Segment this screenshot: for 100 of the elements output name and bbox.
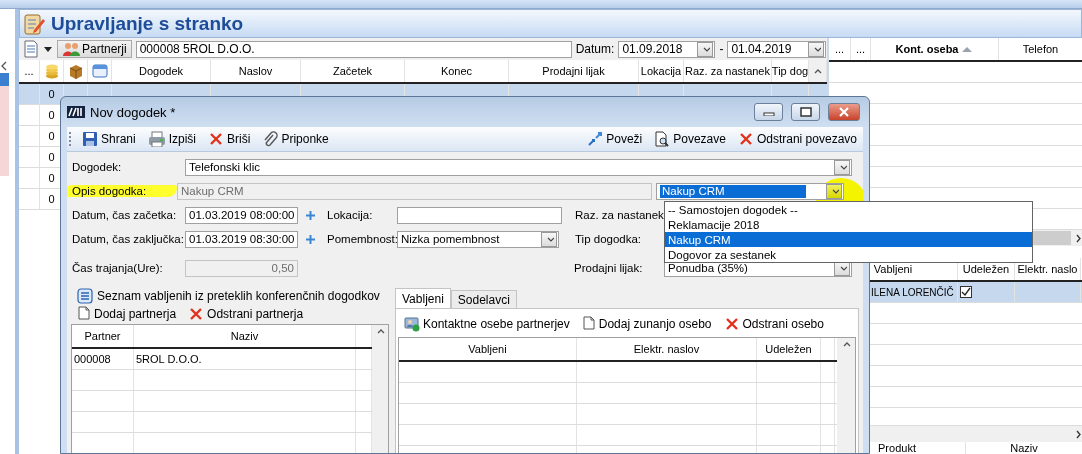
- close-icon: [838, 107, 850, 117]
- date-field[interactable]: 01.09.2018: [618, 40, 716, 58]
- delete-icon: [723, 316, 740, 332]
- partners-button[interactable]: Partnerji: [57, 40, 132, 58]
- column-header[interactable]: Vabljeni: [873, 263, 913, 275]
- dropdown-button[interactable]: [826, 183, 842, 199]
- save-icon: [82, 131, 98, 147]
- list-option[interactable]: Reklamacije 2018: [665, 217, 1032, 232]
- toolbar-button[interactable]: Dodaj partnerja: [71, 304, 183, 324]
- document-search-icon: [654, 131, 671, 147]
- list-option[interactable]: -- Samostojen dogodek --: [665, 202, 1032, 217]
- toolbar-button[interactable]: Dodaj zunanjo osebo: [575, 314, 718, 334]
- column-header[interactable]: Naslov: [211, 60, 301, 82]
- toolbar-button[interactable]: Kontaktne osebe partnerjev: [398, 314, 576, 334]
- chevron-left-icon[interactable]: [1, 61, 7, 71]
- scrollbar[interactable]: [372, 325, 388, 453]
- date-separator: -: [719, 42, 724, 56]
- column-header[interactable]: Dogodek: [112, 60, 211, 82]
- delete-icon: [208, 131, 225, 147]
- selected-value: Nakup CRM: [660, 184, 806, 198]
- toolbar-button[interactable]: Odstrani partnerja: [182, 304, 310, 324]
- dropdown-field[interactable]: Nakup CRM: [656, 182, 844, 200]
- column-header[interactable]: Elektr. naslov: [577, 338, 757, 360]
- maximize-icon: [799, 107, 812, 117]
- column-header[interactable]: Produkt: [878, 442, 916, 454]
- chevron-right-icon: [1075, 233, 1082, 243]
- page-title: Upravljanje s stranko: [51, 12, 244, 35]
- printer-icon: [147, 131, 166, 147]
- column-header[interactable]: Udeležen: [757, 338, 821, 360]
- delete-icon: [188, 306, 205, 322]
- plus-icon[interactable]: [306, 210, 315, 220]
- plus-icon[interactable]: [306, 234, 315, 244]
- list-option[interactable]: Nakup CRM: [665, 232, 1032, 247]
- page-icon: [581, 316, 596, 332]
- dropdown-button[interactable]: [808, 41, 825, 57]
- minimize-button[interactable]: [754, 103, 783, 121]
- field-label: Opis dogodka:: [67, 185, 177, 197]
- page-icon: [77, 306, 91, 322]
- toolbar-button[interactable]: Povezave: [648, 129, 732, 149]
- paperclip-icon: [262, 131, 279, 147]
- dropdown-button[interactable]: [834, 159, 850, 175]
- chevron-up-icon: [375, 328, 385, 335]
- scrollbar[interactable]: [837, 338, 855, 453]
- column-header[interactable]: Kont. oseba: [895, 43, 959, 55]
- field-label: Dogodek:: [72, 161, 123, 173]
- toolbar-button[interactable]: Izpiši: [141, 129, 203, 149]
- field-label: Prodajni lijak:: [574, 262, 644, 274]
- toolbar-button[interactable]: Shrani: [76, 129, 142, 149]
- field-label: Lokacija:: [327, 209, 374, 221]
- chevron-up-icon: [841, 341, 851, 348]
- table-cell: ILENA LORENČIČ: [871, 286, 954, 298]
- dropdown-button[interactable]: [541, 231, 557, 247]
- column-header[interactable]: ...: [855, 43, 866, 55]
- contacts-icon: [404, 316, 420, 332]
- tab[interactable]: Vabljeni: [395, 288, 451, 308]
- column-header[interactable]: Elektr. naslo: [1017, 263, 1078, 275]
- tab[interactable]: Sodelavci: [450, 290, 517, 308]
- caret-icon[interactable]: [43, 45, 53, 53]
- column-header[interactable]: Začetek: [301, 60, 405, 82]
- text-field[interactable]: [397, 206, 562, 224]
- column-header[interactable]: Partner: [72, 325, 134, 347]
- toolbar-button[interactable]: Odstrani povezavo: [731, 129, 863, 149]
- field-label: Čas trajanja(Ure):: [72, 262, 164, 274]
- chevron-right-icon: [1075, 429, 1082, 439]
- column-header[interactable]: Telefon: [1022, 43, 1059, 55]
- maximize-button[interactable]: [791, 103, 820, 121]
- toolbar-button[interactable]: Briši: [202, 129, 257, 149]
- toolbar-button[interactable]: Priponke: [256, 129, 335, 149]
- link[interactable]: Seznam vabljenih iz preteklih konferenčnih dogodkov: [97, 289, 380, 303]
- column-header[interactable]: ...: [19, 60, 40, 82]
- column-header[interactable]: Udeležen: [962, 263, 1010, 275]
- checkbox[interactable]: [960, 286, 972, 298]
- dropdown-field[interactable]: Nizka pomembnost: [397, 230, 559, 248]
- field-label: Raz. za nastanek:: [575, 209, 665, 221]
- box-icon[interactable]: [67, 63, 84, 79]
- check-icon: [961, 287, 971, 297]
- field-label: Datum, čas začetka:: [72, 209, 178, 221]
- list-option[interactable]: Dogovor za sestanek: [665, 247, 1032, 262]
- chevron-up-icon[interactable]: [813, 67, 822, 75]
- text-field[interactable]: 01.03.2019 08:00:00: [185, 206, 298, 224]
- text-field[interactable]: 01.03.2019 08:30:00: [185, 230, 298, 248]
- column-header[interactable]: Lokacija: [639, 60, 684, 82]
- window-title: Nov dogodek *: [90, 104, 177, 120]
- column-header[interactable]: ...: [834, 43, 845, 55]
- dropdown-field[interactable]: Telefonski klic: [185, 158, 852, 176]
- date-label: Datum:: [575, 42, 615, 56]
- close-button[interactable]: [828, 103, 860, 121]
- window-icon[interactable]: [91, 63, 108, 79]
- column-header[interactable]: Naziv: [1010, 442, 1038, 454]
- text-field[interactable]: 000008 5ROL D.O.O.: [135, 40, 572, 58]
- column-header[interactable]: Raz. za nastanek: [684, 60, 772, 82]
- column-header[interactable]: Prodajni lijak: [509, 60, 639, 82]
- date-field[interactable]: 01.04.2019: [727, 40, 827, 58]
- column-header[interactable]: Konec: [405, 60, 509, 82]
- toolbar-button[interactable]: Poveži: [581, 129, 649, 149]
- field-label: Pomembnost:: [327, 233, 397, 245]
- dropdown-button[interactable]: [697, 41, 714, 57]
- column-header[interactable]: Naziv: [134, 325, 356, 347]
- toolbar-button[interactable]: Odstrani osebo: [717, 314, 830, 334]
- column-header[interactable]: Vabljeni: [399, 338, 577, 360]
